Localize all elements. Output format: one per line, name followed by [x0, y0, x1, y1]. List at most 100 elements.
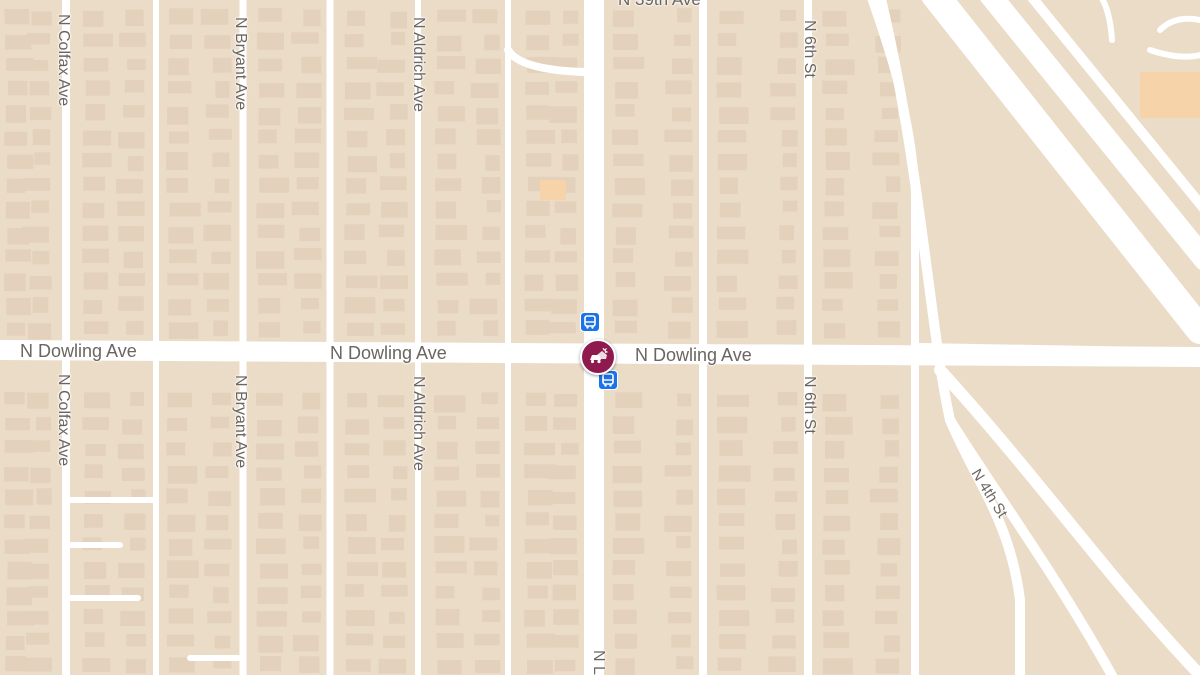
building [717, 657, 742, 671]
building [719, 177, 738, 195]
street-east-connector [913, 343, 1200, 362]
building [303, 321, 321, 334]
building [482, 587, 500, 601]
building [213, 587, 229, 604]
building [435, 128, 456, 145]
building [437, 299, 459, 314]
building [716, 585, 746, 601]
building [345, 275, 378, 289]
building [675, 442, 691, 456]
building [552, 515, 577, 530]
building [824, 323, 846, 339]
building [525, 320, 550, 335]
building [383, 440, 406, 456]
building [612, 465, 643, 484]
building [554, 659, 576, 672]
building [436, 441, 458, 460]
building [127, 155, 144, 172]
building [482, 226, 500, 241]
building [884, 440, 900, 457]
building [296, 177, 319, 190]
building [825, 178, 845, 196]
building [612, 129, 639, 145]
street-diagonal-2 [934, 364, 1200, 675]
building [380, 323, 405, 335]
building [5, 489, 34, 506]
building [474, 561, 498, 576]
building [82, 202, 105, 219]
building [613, 440, 641, 454]
building [85, 80, 110, 96]
building [717, 153, 748, 171]
building [301, 56, 322, 74]
building [874, 130, 898, 143]
building [167, 417, 188, 431]
building [716, 275, 737, 292]
building [345, 610, 375, 627]
building [613, 153, 644, 166]
building [615, 658, 635, 675]
building [770, 83, 796, 97]
building [27, 392, 49, 409]
building [344, 443, 370, 456]
bus-stop-icon[interactable] [580, 312, 600, 332]
building [296, 82, 322, 99]
building [877, 538, 901, 556]
building-highlighted [540, 180, 566, 200]
building [671, 634, 691, 648]
building [825, 33, 849, 46]
building [527, 585, 548, 599]
building [166, 152, 189, 171]
building [822, 80, 848, 94]
building [386, 250, 405, 267]
building [527, 490, 553, 506]
building [259, 656, 282, 672]
building [718, 465, 751, 482]
building [677, 8, 692, 23]
building [122, 419, 143, 435]
building [825, 416, 853, 435]
building [257, 587, 288, 605]
building [776, 320, 797, 335]
building [303, 536, 320, 550]
car-crash-icon[interactable] [580, 339, 616, 375]
building [380, 275, 408, 290]
building [298, 656, 320, 673]
building [169, 584, 189, 598]
building [82, 225, 109, 241]
building [524, 442, 556, 456]
building [671, 179, 694, 197]
building [437, 35, 462, 52]
building [301, 297, 319, 310]
building [822, 298, 843, 312]
building [667, 611, 692, 624]
building [4, 273, 26, 292]
building [344, 584, 364, 597]
map-canvas[interactable]: N Dowling Ave N Dowling Ave N Dowling Av… [0, 0, 1200, 675]
building [206, 514, 229, 531]
building [476, 251, 501, 264]
building [770, 107, 796, 121]
building [526, 562, 553, 579]
building [383, 416, 405, 429]
building [825, 107, 845, 121]
building [344, 488, 377, 503]
building [771, 587, 795, 603]
street-label-n-colfax-ave-north: N Colfax Ave [55, 14, 72, 107]
building [291, 32, 319, 44]
building [377, 59, 406, 73]
building [118, 562, 145, 578]
building-highlighted [1140, 72, 1200, 118]
building [214, 178, 230, 194]
building [83, 33, 113, 47]
building [615, 227, 637, 245]
building [614, 177, 646, 196]
building [390, 11, 408, 29]
building [206, 299, 229, 312]
building [525, 153, 552, 167]
building [167, 514, 196, 532]
building [118, 272, 146, 287]
building [4, 392, 25, 405]
building [168, 227, 194, 244]
building [822, 610, 844, 626]
